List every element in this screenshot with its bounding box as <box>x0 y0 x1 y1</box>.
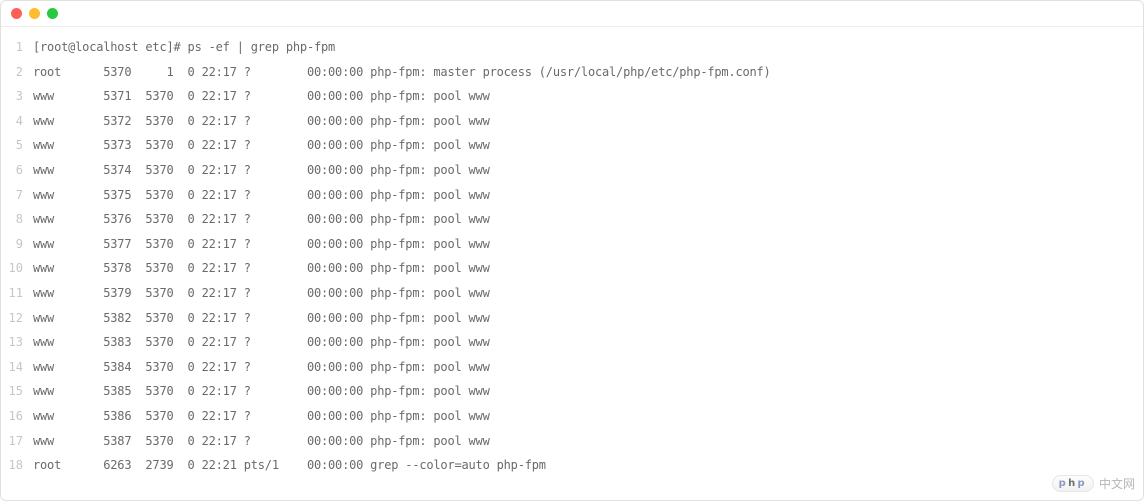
line-text: www 5384 5370 0 22:17 ? 00:00:00 php-fpm… <box>33 361 490 373</box>
terminal-line: 18root 6263 2739 0 22:21 pts/1 00:00:00 … <box>5 459 1139 484</box>
line-number: 12 <box>5 312 33 324</box>
terminal-line: 8www 5376 5370 0 22:17 ? 00:00:00 php-fp… <box>5 213 1139 238</box>
line-number: 11 <box>5 287 33 299</box>
line-text: www 5372 5370 0 22:17 ? 00:00:00 php-fpm… <box>33 115 490 127</box>
line-number: 9 <box>5 238 33 250</box>
line-text: root 6263 2739 0 22:21 pts/1 00:00:00 gr… <box>33 459 546 471</box>
line-number: 13 <box>5 336 33 348</box>
line-number: 6 <box>5 164 33 176</box>
line-number: 7 <box>5 189 33 201</box>
line-number: 4 <box>5 115 33 127</box>
line-number: 18 <box>5 459 33 471</box>
minimize-icon[interactable] <box>29 8 40 19</box>
terminal-body[interactable]: 1[root@localhost etc]# ps -ef | grep php… <box>1 27 1143 488</box>
logo-letter: h <box>1068 478 1075 489</box>
line-text: www 5383 5370 0 22:17 ? 00:00:00 php-fpm… <box>33 336 490 348</box>
php-logo-icon: p h p <box>1052 475 1094 492</box>
line-text: www 5374 5370 0 22:17 ? 00:00:00 php-fpm… <box>33 164 490 176</box>
watermark-text: 中文网 <box>1099 475 1135 492</box>
line-number: 3 <box>5 90 33 102</box>
terminal-line: 3www 5371 5370 0 22:17 ? 00:00:00 php-fp… <box>5 90 1139 115</box>
close-icon[interactable] <box>11 8 22 19</box>
terminal-line: 15www 5385 5370 0 22:17 ? 00:00:00 php-f… <box>5 385 1139 410</box>
line-text: www 5371 5370 0 22:17 ? 00:00:00 php-fpm… <box>33 90 490 102</box>
terminal-line: 10www 5378 5370 0 22:17 ? 00:00:00 php-f… <box>5 262 1139 287</box>
line-text: www 5373 5370 0 22:17 ? 00:00:00 php-fpm… <box>33 139 490 151</box>
line-number: 2 <box>5 66 33 78</box>
terminal-line: 14www 5384 5370 0 22:17 ? 00:00:00 php-f… <box>5 361 1139 386</box>
window-titlebar <box>1 1 1143 27</box>
line-number: 8 <box>5 213 33 225</box>
terminal-line: 12www 5382 5370 0 22:17 ? 00:00:00 php-f… <box>5 312 1139 337</box>
line-text: www 5376 5370 0 22:17 ? 00:00:00 php-fpm… <box>33 213 490 225</box>
terminal-line: 2root 5370 1 0 22:17 ? 00:00:00 php-fpm:… <box>5 66 1139 91</box>
line-number: 16 <box>5 410 33 422</box>
line-text: www 5385 5370 0 22:17 ? 00:00:00 php-fpm… <box>33 385 490 397</box>
line-text: [root@localhost etc]# ps -ef | grep php-… <box>33 41 335 53</box>
line-number: 10 <box>5 262 33 274</box>
terminal-line: 13www 5383 5370 0 22:17 ? 00:00:00 php-f… <box>5 336 1139 361</box>
line-text: www 5382 5370 0 22:17 ? 00:00:00 php-fpm… <box>33 312 490 324</box>
line-text: www 5387 5370 0 22:17 ? 00:00:00 php-fpm… <box>33 435 490 447</box>
terminal-line: 11www 5379 5370 0 22:17 ? 00:00:00 php-f… <box>5 287 1139 312</box>
watermark: p h p 中文网 <box>1052 475 1135 492</box>
line-text: www 5378 5370 0 22:17 ? 00:00:00 php-fpm… <box>33 262 490 274</box>
line-text: www 5377 5370 0 22:17 ? 00:00:00 php-fpm… <box>33 238 490 250</box>
line-number: 1 <box>5 41 33 53</box>
terminal-line: 7www 5375 5370 0 22:17 ? 00:00:00 php-fp… <box>5 189 1139 214</box>
terminal-line: 9www 5377 5370 0 22:17 ? 00:00:00 php-fp… <box>5 238 1139 263</box>
line-number: 5 <box>5 139 33 151</box>
terminal-line: 6www 5374 5370 0 22:17 ? 00:00:00 php-fp… <box>5 164 1139 189</box>
logo-letter: p <box>1059 478 1066 489</box>
terminal-line: 4www 5372 5370 0 22:17 ? 00:00:00 php-fp… <box>5 115 1139 140</box>
line-text: root 5370 1 0 22:17 ? 00:00:00 php-fpm: … <box>33 66 771 78</box>
line-number: 15 <box>5 385 33 397</box>
line-number: 17 <box>5 435 33 447</box>
logo-letter: p <box>1078 478 1085 489</box>
line-number: 14 <box>5 361 33 373</box>
line-text: www 5386 5370 0 22:17 ? 00:00:00 php-fpm… <box>33 410 490 422</box>
terminal-line: 16www 5386 5370 0 22:17 ? 00:00:00 php-f… <box>5 410 1139 435</box>
terminal-window: 1[root@localhost etc]# ps -ef | grep php… <box>0 0 1144 501</box>
terminal-line: 17www 5387 5370 0 22:17 ? 00:00:00 php-f… <box>5 435 1139 460</box>
line-text: www 5375 5370 0 22:17 ? 00:00:00 php-fpm… <box>33 189 490 201</box>
line-text: www 5379 5370 0 22:17 ? 00:00:00 php-fpm… <box>33 287 490 299</box>
maximize-icon[interactable] <box>47 8 58 19</box>
terminal-line: 5www 5373 5370 0 22:17 ? 00:00:00 php-fp… <box>5 139 1139 164</box>
terminal-line: 1[root@localhost etc]# ps -ef | grep php… <box>5 41 1139 66</box>
